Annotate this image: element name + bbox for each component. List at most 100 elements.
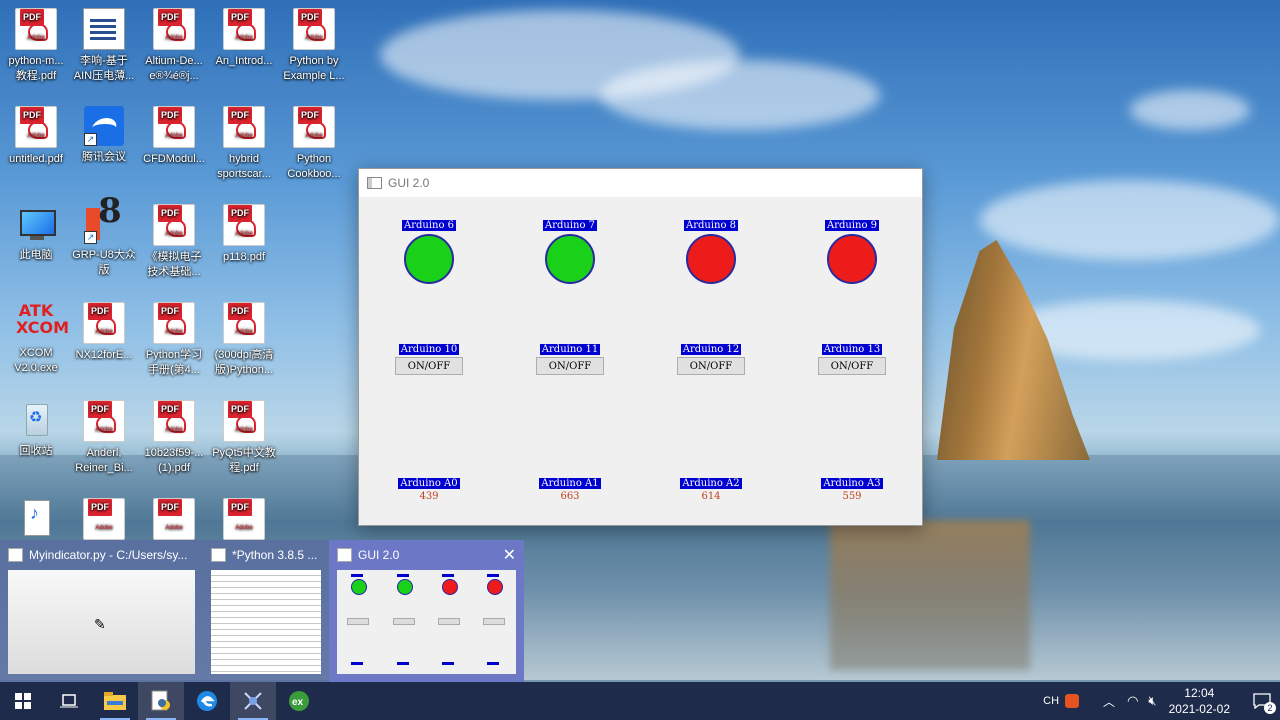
led-circle: [827, 234, 877, 284]
mini-led: [351, 579, 367, 595]
python-idle-button[interactable]: [138, 682, 184, 720]
acrobat-swirl: [166, 121, 186, 139]
edge-icon: [197, 691, 217, 711]
pdf-icon: [223, 400, 265, 442]
onoff-button-12[interactable]: ON/OFF: [677, 357, 745, 375]
desktop-icon[interactable]: An_Introd...: [210, 8, 278, 69]
acrobat-swirl: [166, 219, 186, 237]
preview-title-row: GUI 2.0: [337, 548, 399, 562]
acrobat-swirl: [166, 415, 186, 433]
edge-button[interactable]: [184, 682, 230, 720]
sogou-input-icon[interactable]: [1065, 694, 1080, 708]
desktop-icon-label: 10b23f59-... (1).pdf: [144, 447, 204, 474]
toggle-label: Arduino 12: [680, 344, 742, 355]
onoff-button-13[interactable]: ON/OFF: [818, 357, 886, 375]
pdf-icon: [153, 204, 195, 246]
analog-value: 439: [419, 491, 439, 502]
mini-button: [483, 618, 505, 625]
desktop-icon-label: python-m... 教程.pdf: [8, 55, 64, 82]
shortcut-arrow-icon: ↗: [84, 231, 97, 244]
gui-window: GUI 2.0 Arduino 6 Arduino 7 Arduino 8 Ar…: [358, 168, 923, 526]
desktop-icon[interactable]: p118.pdf: [210, 204, 278, 265]
preview-python-shell[interactable]: *Python 3.8.5 ...: [203, 540, 327, 682]
pdf-icon: [293, 106, 335, 148]
desktop-icon[interactable]: hybrid sportscar...: [210, 106, 278, 182]
acrobat-swirl: [236, 415, 256, 433]
acrobat-swirl: [236, 219, 256, 237]
atk-xcom-icon: ATK XCOM: [16, 301, 70, 342]
desktop-icon[interactable]: Python by Example L...: [280, 8, 348, 84]
python-file-icon: [151, 690, 170, 711]
led-label: Arduino 9: [824, 220, 880, 231]
analog-value: 559: [842, 491, 862, 502]
desktop-icon[interactable]: 《模拟电子 技术基础...: [140, 204, 208, 280]
close-icon[interactable]: ✕: [503, 545, 516, 565]
desktop-icon[interactable]: [2, 498, 70, 542]
file-explorer-button[interactable]: [92, 682, 138, 720]
desktop-icon[interactable]: 此电脑: [2, 204, 70, 263]
window-titlebar[interactable]: GUI 2.0: [359, 169, 922, 197]
analog-label: Arduino A3: [821, 478, 883, 489]
desktop-icon-label: An_Introd...: [215, 55, 273, 67]
desktop-icon[interactable]: 李响-基于 AIN压电薄...: [70, 8, 138, 84]
desktop-icon[interactable]: Python学习 手册(第4...: [140, 302, 208, 378]
desktop-icon[interactable]: ATK XCOM XCOM V2.0.exe: [2, 302, 70, 376]
pdf-icon: [153, 498, 195, 540]
desktop-icon[interactable]: Altium-De... e®¾é®j...: [140, 8, 208, 84]
chevron-up-icon[interactable]: ︿: [1103, 693, 1115, 710]
toggle-group-10: Arduino 10 ON/OFF: [369, 339, 489, 375]
preview-gui[interactable]: GUI 2.0 ✕: [329, 540, 524, 682]
mini-label: [351, 574, 363, 577]
desktop-icon-label: 《模拟电子 技术基础...: [146, 251, 202, 278]
gui-app-button[interactable]: [230, 682, 276, 720]
mini-label: [397, 662, 409, 665]
preview-myindicator[interactable]: Myindicator.py - C:/Users/sy... ✎: [0, 540, 203, 682]
desktop-icon[interactable]: [70, 498, 138, 544]
desktop-icon[interactable]: ↗ 腾讯会议: [70, 106, 138, 165]
desktop-icon[interactable]: 10b23f59-... (1).pdf: [140, 400, 208, 476]
analog-value: 663: [560, 491, 580, 502]
preview-title: Myindicator.py - C:/Users/sy...: [29, 548, 188, 562]
pdf-icon: [223, 8, 265, 50]
pdf-icon: [153, 8, 195, 50]
desktop-icon[interactable]: [210, 498, 278, 544]
desktop-icon[interactable]: python-m... 教程.pdf: [2, 8, 70, 84]
desktop-icon[interactable]: Python Cookboo...: [280, 106, 348, 182]
desktop-icon-label: 李响-基于 AIN压电薄...: [73, 55, 135, 82]
shortcut-arrow-icon: ↗: [84, 133, 97, 146]
acrobat-swirl: [306, 121, 326, 139]
speaker-muted-icon[interactable]: 🔇︎: [1148, 693, 1156, 709]
toggle-group-11: Arduino 11 ON/OFF: [510, 339, 630, 375]
start-button[interactable]: [0, 682, 46, 720]
led-circle: [545, 234, 595, 284]
pdf-icon: [153, 106, 195, 148]
atk-xcom-logo: ATK XCOM: [16, 301, 70, 337]
clock[interactable]: 12:04 2021-02-02: [1169, 685, 1230, 717]
desktop-icon[interactable]: untitled.pdf: [2, 106, 70, 167]
toggle-label: Arduino 13: [821, 344, 883, 355]
desktop-icon[interactable]: PyQt5中文教 程.pdf: [210, 400, 278, 476]
this-pc-icon: [16, 204, 56, 244]
desktop-icon-label: Python学习 手册(第4...: [145, 349, 203, 376]
desktop-icon[interactable]: NX12forE...: [70, 302, 138, 363]
excel-button[interactable]: ex: [276, 682, 322, 720]
desktop-icon[interactable]: ↗ GRP-U8大众 版: [70, 204, 138, 278]
desktop-icon[interactable]: CFDModul...: [140, 106, 208, 167]
desktop-icon[interactable]: (300dpi高清 版)Python...: [210, 302, 278, 378]
excel-icon: ex: [289, 691, 309, 711]
onoff-button-11[interactable]: ON/OFF: [536, 357, 604, 375]
toggle-group-12: Arduino 12 ON/OFF: [651, 339, 771, 375]
wifi-icon[interactable]: ◠: [1127, 693, 1138, 709]
notification-center-button[interactable]: 2: [1244, 682, 1280, 720]
input-method-indicator[interactable]: CH: [1043, 695, 1059, 707]
grp-u8-icon: ↗: [84, 204, 124, 244]
desktop-icon[interactable]: [140, 498, 208, 544]
analog-label: Arduino A0: [398, 478, 460, 489]
desktop-icon[interactable]: Anderl, Reiner_Bi...: [70, 400, 138, 476]
onoff-button-10[interactable]: ON/OFF: [395, 357, 463, 375]
led-label: Arduino 7: [542, 220, 598, 231]
desktop-icon[interactable]: 回收站: [2, 400, 70, 459]
desktop-icon-label: p118.pdf: [222, 251, 265, 263]
desktop-icon-label: GRP-U8大众 版: [72, 249, 136, 276]
task-view-button[interactable]: [46, 682, 92, 720]
